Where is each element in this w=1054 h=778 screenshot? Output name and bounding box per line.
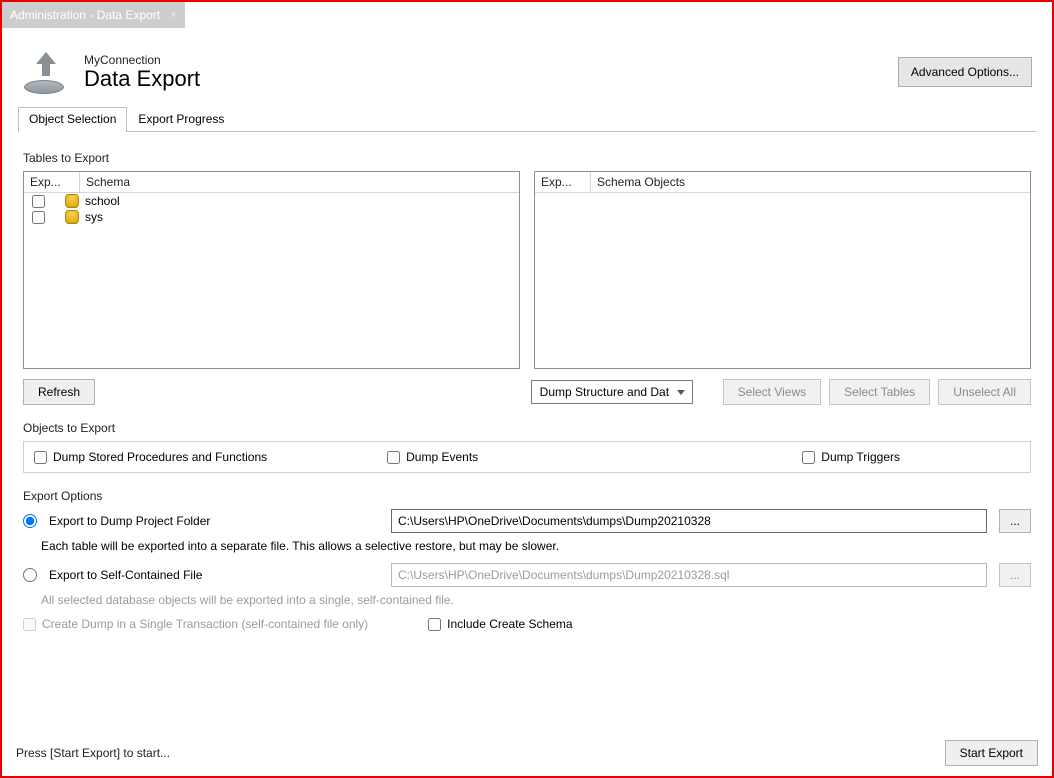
database-icon: [65, 194, 79, 208]
tab-export-progress[interactable]: Export Progress: [127, 107, 235, 132]
export-file-radio[interactable]: [23, 568, 37, 582]
header-left: MyConnection Data Export: [22, 48, 200, 96]
export-file-label: Export to Self-Contained File: [49, 568, 379, 582]
close-icon[interactable]: ×: [170, 9, 176, 21]
dump-events-label: Dump Events: [406, 450, 478, 464]
schema-col-schema[interactable]: Schema: [80, 172, 519, 192]
include-create-schema-label: Include Create Schema: [447, 617, 572, 631]
select-views-button[interactable]: Select Views: [723, 379, 821, 405]
schema-table: Exp... Schema school: [23, 171, 520, 369]
unselect-all-button[interactable]: Unselect All: [938, 379, 1031, 405]
export-folder-path[interactable]: [391, 509, 987, 533]
objects-col-export[interactable]: Exp...: [535, 172, 591, 192]
start-export-button[interactable]: Start Export: [945, 740, 1038, 766]
tables-to-export-label: Tables to Export: [23, 151, 1031, 165]
objects-col-objects[interactable]: Schema Objects: [591, 172, 1030, 192]
export-folder-label: Export to Dump Project Folder: [49, 514, 379, 528]
header-row: MyConnection Data Export Advanced Option…: [22, 48, 1032, 96]
export-icon: [22, 48, 70, 96]
single-transaction-label: Create Dump in a Single Transaction (sel…: [42, 617, 368, 631]
schema-row[interactable]: school: [24, 193, 519, 209]
dump-triggers-label: Dump Triggers: [821, 450, 900, 464]
tables-to-export-group: Tables to Export Exp... Schema school: [22, 150, 1032, 406]
status-text: Press [Start Export] to start...: [16, 746, 170, 760]
objects-to-export-label: Objects to Export: [23, 421, 1031, 435]
schema-row-checkbox[interactable]: [32, 211, 45, 224]
export-options-group: Export Options Export to Dump Project Fo…: [22, 488, 1032, 638]
include-create-schema-checkbox[interactable]: Include Create Schema: [428, 617, 572, 631]
dump-procs-checkbox[interactable]: Dump Stored Procedures and Functions: [34, 450, 267, 464]
schema-row[interactable]: sys: [24, 209, 519, 225]
browse-folder-button[interactable]: ...: [999, 509, 1031, 533]
export-file-path[interactable]: [391, 563, 987, 587]
dump-procs-label: Dump Stored Procedures and Functions: [53, 450, 267, 464]
objects-to-export-group: Objects to Export Dump Stored Procedures…: [22, 420, 1032, 474]
object-selection-panel: Tables to Export Exp... Schema school: [18, 132, 1036, 656]
single-transaction-checkbox[interactable]: Create Dump in a Single Transaction (sel…: [23, 617, 368, 631]
export-folder-hint: Each table will be exported into a separ…: [41, 539, 1031, 553]
dump-triggers-checkbox[interactable]: Dump Triggers: [802, 450, 900, 464]
export-options-label: Export Options: [23, 489, 1031, 503]
page-title: Data Export: [84, 66, 200, 92]
document-tab-bar: Administration - Data Export ×: [2, 2, 1052, 28]
tab-object-selection[interactable]: Object Selection: [18, 107, 127, 132]
title-block: MyConnection Data Export: [84, 53, 200, 92]
dump-events-checkbox[interactable]: Dump Events: [387, 450, 478, 464]
schema-row-checkbox[interactable]: [32, 195, 45, 208]
document-tab-data-export[interactable]: Administration - Data Export ×: [2, 2, 185, 28]
inner-tab-bar: Object Selection Export Progress: [18, 106, 1036, 132]
advanced-options-button[interactable]: Advanced Options...: [898, 57, 1032, 87]
schema-row-name: sys: [85, 210, 103, 224]
dump-type-select[interactable]: Dump Structure and Dat: [531, 380, 693, 404]
connection-name: MyConnection: [84, 53, 200, 67]
schema-objects-table: Exp... Schema Objects: [534, 171, 1031, 369]
select-tables-button[interactable]: Select Tables: [829, 379, 930, 405]
document-tab-title: Administration - Data Export: [10, 8, 160, 22]
app-window: Administration - Data Export × MyConnect…: [0, 0, 1054, 778]
content-area: MyConnection Data Export Advanced Option…: [2, 28, 1052, 666]
footer: Press [Start Export] to start... Start E…: [16, 740, 1038, 766]
browse-file-button[interactable]: ...: [999, 563, 1031, 587]
refresh-button[interactable]: Refresh: [23, 379, 95, 405]
schema-col-export[interactable]: Exp...: [24, 172, 80, 192]
database-icon: [65, 210, 79, 224]
export-folder-radio[interactable]: [23, 514, 37, 528]
schema-row-name: school: [85, 194, 120, 208]
export-file-hint: All selected database objects will be ex…: [41, 593, 1031, 607]
